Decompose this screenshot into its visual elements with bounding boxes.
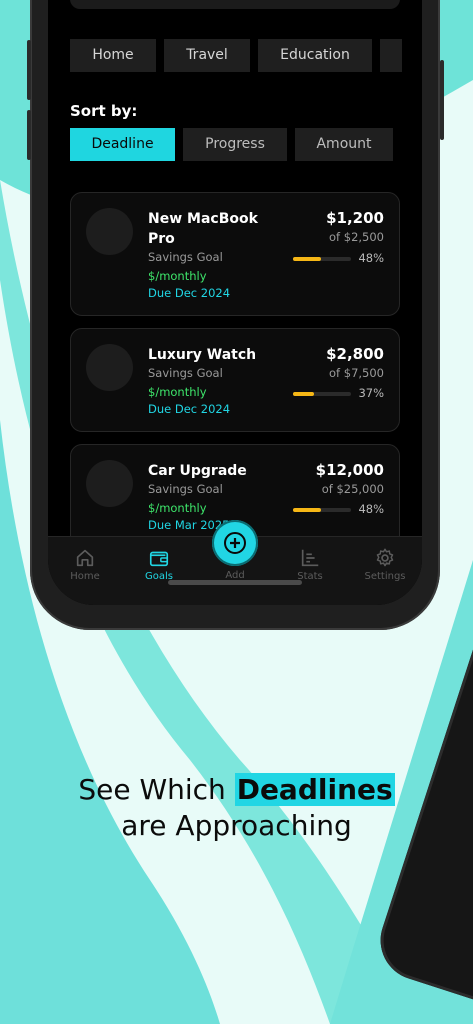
goal-frequency: $/monthly: [148, 385, 207, 399]
add-goal-button[interactable]: [212, 520, 258, 566]
goal-progress-bar: [293, 257, 351, 261]
goal-type: Savings Goal: [148, 482, 223, 496]
goal-card[interactable]: New MacBook Pro Savings Goal $/monthly D…: [70, 192, 400, 316]
gear-icon: [376, 548, 394, 567]
home-icon: [76, 549, 94, 567]
tab-settings[interactable]: Settings: [355, 547, 415, 582]
goal-due-date: Due Dec 2024: [148, 286, 231, 300]
goal-type: Savings Goal: [148, 250, 223, 264]
category-chip-education[interactable]: Education: [258, 39, 372, 72]
goal-progress-fill: [293, 508, 321, 512]
goal-target-amount: of $2,500: [329, 230, 384, 244]
goal-avatar: [86, 344, 133, 391]
goal-saved-amount: $12,000: [315, 461, 384, 479]
tab-settings-label: Settings: [364, 571, 406, 582]
tab-home-label: Home: [70, 571, 100, 582]
sort-progress-button[interactable]: Progress: [183, 128, 287, 161]
promo-headline: See Which Deadlines are Approaching: [0, 772, 473, 844]
goal-percent: 48%: [358, 251, 384, 265]
sort-options: Deadline Progress Amount: [70, 128, 393, 161]
home-indicator: [168, 580, 302, 585]
tab-home[interactable]: Home: [55, 547, 115, 582]
headline-highlight: Deadlines: [234, 773, 395, 806]
goal-card[interactable]: Luxury Watch Savings Goal $/monthly Due …: [70, 328, 400, 432]
sort-deadline-button[interactable]: Deadline: [70, 128, 175, 161]
goal-avatar: [86, 208, 133, 255]
goal-percent: 37%: [358, 386, 384, 400]
goal-progress-bar: [293, 392, 351, 396]
category-chip-more[interactable]: [380, 39, 402, 72]
goal-type: Savings Goal: [148, 366, 223, 380]
goal-saved-amount: $1,200: [326, 209, 384, 227]
goal-due-date: Due Dec 2024: [148, 402, 231, 416]
goal-progress-fill: [293, 257, 321, 261]
headline-text: See Which: [78, 773, 226, 806]
goal-frequency: $/monthly: [148, 501, 207, 515]
tab-stats[interactable]: Stats: [280, 547, 340, 582]
headline-text: are Approaching: [121, 809, 352, 842]
phone-side-button: [27, 110, 31, 160]
goal-avatar: [86, 460, 133, 507]
plus-circle-icon: [224, 532, 246, 554]
goal-frequency: $/monthly: [148, 269, 207, 283]
sort-amount-button[interactable]: Amount: [295, 128, 393, 161]
goal-progress-bar: [293, 508, 351, 512]
category-chip-travel[interactable]: Travel: [164, 39, 250, 72]
sort-label: Sort by:: [70, 102, 138, 120]
stats-icon: [301, 549, 319, 567]
goal-target-amount: of $7,500: [329, 366, 384, 380]
phone-side-button: [440, 60, 444, 140]
phone-screen: Home Travel Education Sort by: Deadline …: [48, 0, 422, 605]
phone-side-button: [27, 40, 31, 100]
header-panel: [70, 0, 400, 9]
goal-saved-amount: $2,800: [326, 345, 384, 363]
goal-progress-fill: [293, 392, 315, 396]
goal-title: New MacBook Pro: [148, 211, 258, 247]
wallet-icon: [149, 551, 169, 567]
tab-goals[interactable]: Goals: [129, 547, 189, 582]
goal-title: Car Upgrade: [148, 463, 247, 479]
goal-percent: 48%: [358, 502, 384, 516]
goal-target-amount: of $25,000: [321, 482, 384, 496]
goal-title: Luxury Watch: [148, 347, 257, 363]
category-chip-home[interactable]: Home: [70, 39, 156, 72]
category-filter-row: Home Travel Education: [70, 39, 402, 72]
